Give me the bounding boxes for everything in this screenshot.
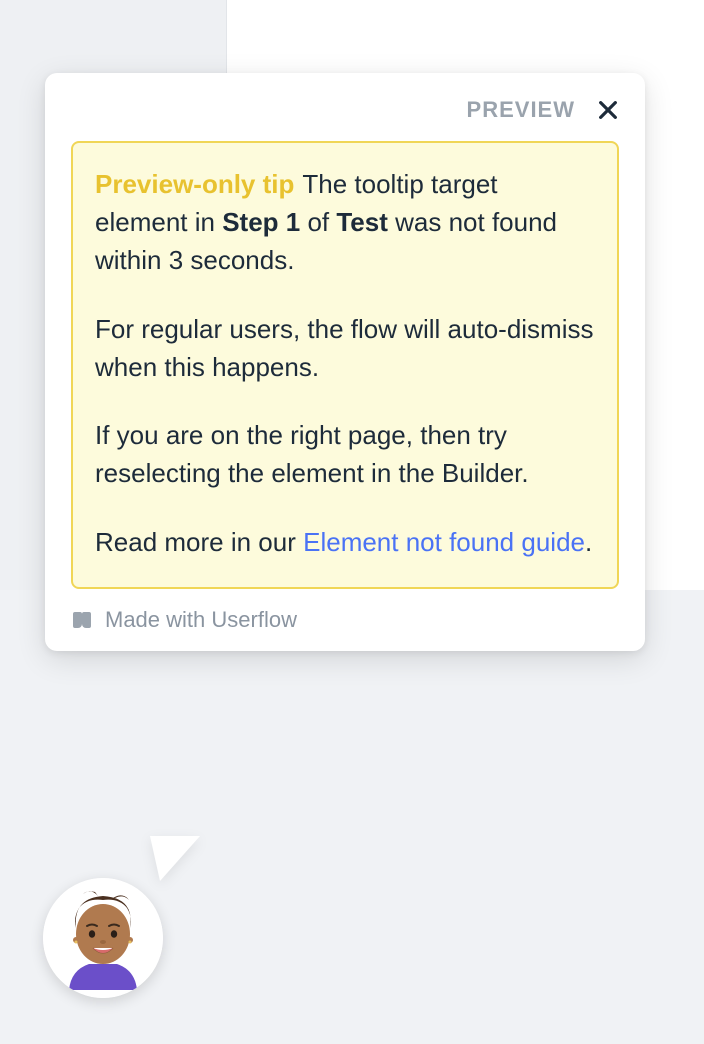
tip-paragraph-4: Read more in our Element not found guide…: [95, 523, 595, 561]
tooltip-card: PREVIEW Preview-only tipThe tooltip targ…: [45, 73, 645, 651]
tip-box: Preview-only tipThe tooltip target eleme…: [71, 141, 619, 589]
avatar[interactable]: [43, 878, 163, 998]
tip-test-bold: Test: [336, 207, 388, 237]
element-not-found-guide-link[interactable]: Element not found guide: [303, 527, 585, 557]
footer-label: Made with Userflow: [105, 607, 297, 633]
tip-paragraph-3: If you are on the right page, then try r…: [95, 416, 595, 492]
close-icon[interactable]: [597, 99, 619, 121]
tooltip-header: PREVIEW: [71, 97, 619, 123]
tip-badge: Preview-only tip: [95, 169, 294, 199]
tooltip-footer: Made with Userflow: [71, 607, 619, 633]
tip-paragraph-2: For regular users, the flow will auto-di…: [95, 310, 595, 386]
userflow-logo-icon: [71, 608, 95, 632]
tip-step-bold: Step 1: [222, 207, 300, 237]
preview-label: PREVIEW: [467, 97, 575, 123]
tip-paragraph-1: Preview-only tipThe tooltip target eleme…: [95, 165, 595, 280]
